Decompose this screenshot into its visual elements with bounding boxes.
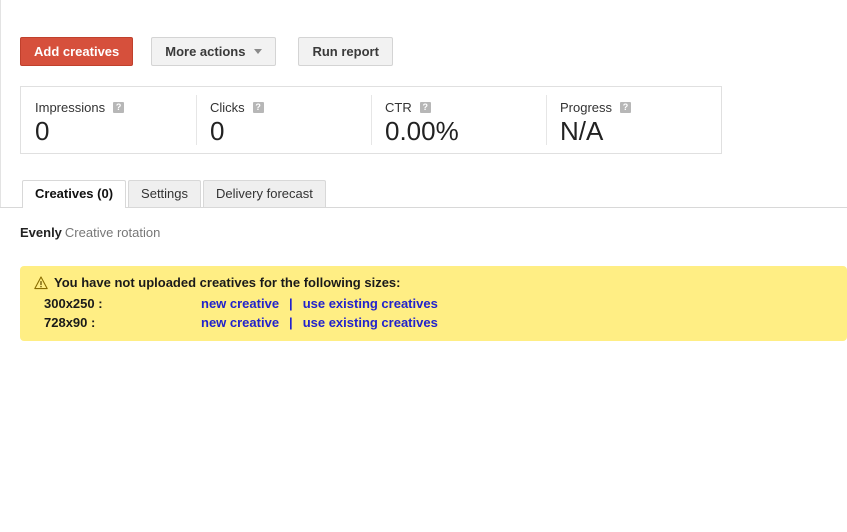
warning-triangle-icon — [34, 276, 48, 290]
more-actions-label: More actions — [165, 38, 245, 65]
stat-impressions-label: Impressions — [35, 100, 105, 115]
help-icon[interactable]: ? — [420, 102, 431, 113]
new-creative-link[interactable]: new creative — [201, 314, 279, 332]
tab-bar: Creatives (0) Settings Delivery forecast — [0, 180, 847, 208]
creative-size-label: 300x250 : — [34, 295, 201, 313]
tab-list: Creatives (0) Settings Delivery forecast — [22, 180, 328, 208]
use-existing-creatives-link[interactable]: use existing creatives — [303, 295, 438, 313]
link-separator: | — [289, 295, 293, 313]
new-creative-link[interactable]: new creative — [201, 295, 279, 313]
run-report-label: Run report — [312, 38, 378, 65]
left-edge-rule — [0, 0, 1, 207]
stat-ctr-label: CTR — [385, 100, 412, 115]
stat-ctr-head: CTR ? — [385, 100, 546, 115]
stat-impressions-head: Impressions ? — [35, 100, 196, 115]
stat-ctr-value: 0.00% — [385, 116, 546, 146]
stat-clicks: Clicks ? 0 — [196, 87, 371, 153]
add-creatives-label: Add creatives — [34, 38, 119, 65]
tab-creatives-label: Creatives (0) — [35, 186, 113, 201]
link-separator: | — [289, 314, 293, 332]
creative-rotation-caption: Creative rotation — [65, 225, 160, 240]
help-icon[interactable]: ? — [253, 102, 264, 113]
stat-impressions: Impressions ? 0 — [21, 87, 196, 153]
tab-settings-label: Settings — [141, 186, 188, 201]
action-toolbar: Add creatives More actions Run report — [20, 37, 393, 66]
stat-progress-value: N/A — [560, 116, 721, 146]
creative-size-label: 728x90 : — [34, 314, 201, 332]
tab-delivery-forecast-label: Delivery forecast — [216, 186, 313, 201]
stat-progress-head: Progress ? — [560, 100, 721, 115]
stat-clicks-head: Clicks ? — [210, 100, 371, 115]
run-report-button[interactable]: Run report — [298, 37, 392, 66]
missing-creatives-warning: You have not uploaded creatives for the … — [20, 266, 847, 341]
tab-delivery-forecast[interactable]: Delivery forecast — [203, 180, 326, 208]
stat-progress: Progress ? N/A — [546, 87, 721, 153]
help-icon[interactable]: ? — [113, 102, 124, 113]
warning-title-text: You have not uploaded creatives for the … — [54, 274, 400, 292]
stats-panel: Impressions ? 0 Clicks ? 0 CTR ? 0.00% P… — [20, 86, 722, 154]
stat-clicks-label: Clicks — [210, 100, 245, 115]
creative-rotation-mode: Evenly — [20, 225, 62, 240]
stat-clicks-value: 0 — [210, 116, 371, 146]
stat-impressions-value: 0 — [35, 116, 196, 146]
tab-settings[interactable]: Settings — [128, 180, 201, 208]
warning-row: 728x90 : new creative | use existing cre… — [34, 314, 847, 332]
tab-creatives[interactable]: Creatives (0) — [22, 180, 126, 208]
warning-row: 300x250 : new creative | use existing cr… — [34, 295, 847, 313]
add-creatives-button[interactable]: Add creatives — [20, 37, 133, 66]
more-actions-button[interactable]: More actions — [151, 37, 276, 66]
help-icon[interactable]: ? — [620, 102, 631, 113]
stat-ctr: CTR ? 0.00% — [371, 87, 546, 153]
creative-rotation-summary: EvenlyCreative rotation — [20, 224, 160, 241]
warning-size-rows: 300x250 : new creative | use existing cr… — [34, 295, 847, 332]
stat-progress-label: Progress — [560, 100, 612, 115]
warning-title-row: You have not uploaded creatives for the … — [34, 274, 847, 292]
use-existing-creatives-link[interactable]: use existing creatives — [303, 314, 438, 332]
chevron-down-icon — [254, 49, 262, 54]
